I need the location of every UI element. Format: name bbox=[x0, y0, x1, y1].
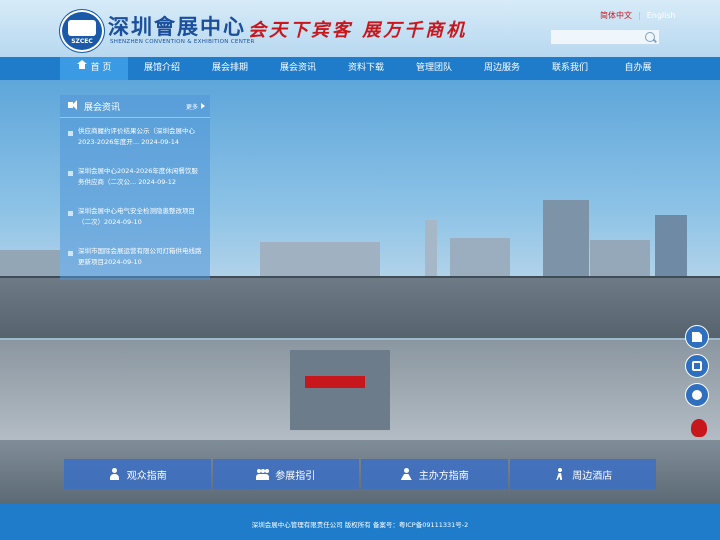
building bbox=[543, 200, 589, 280]
nav-own-exhibitions[interactable]: 自办展 bbox=[604, 57, 672, 80]
group-icon bbox=[256, 468, 270, 480]
lang-simplified-chinese[interactable]: 简体中文 bbox=[600, 11, 632, 20]
quick-link-label: 参展指引 bbox=[275, 470, 316, 482]
speaker-icon bbox=[68, 100, 77, 110]
nav-services[interactable]: 周边服务 bbox=[468, 57, 536, 80]
news-item[interactable]: 深圳市国际会展运营有限公司灯箱供电线路更新项目2024-09-10 bbox=[60, 246, 210, 278]
police-badge-icon[interactable] bbox=[691, 419, 707, 437]
search-input[interactable] bbox=[551, 30, 651, 44]
search-box bbox=[550, 29, 660, 45]
nav-home[interactable]: 首 页 bbox=[60, 57, 128, 80]
exhibition-hall bbox=[0, 278, 720, 338]
news-item-text[interactable]: 供应商履约评价结果公示（深圳会展中心2023-2026年度开... 2024-0… bbox=[78, 126, 202, 148]
logo-emblem-text: SZCEC bbox=[71, 38, 93, 45]
language-switch: 简体中文 | English bbox=[594, 10, 682, 21]
red-banner bbox=[305, 376, 365, 388]
quick-link-organizer-guide[interactable]: 主办方指南 bbox=[361, 459, 508, 489]
host-icon bbox=[400, 468, 413, 480]
main-nav: 首 页 展馆介绍 展会排期 展会资讯 资料下载 管理团队 周边服务 联系我们 自… bbox=[0, 57, 720, 80]
news-header: 展会资讯 更多 bbox=[60, 95, 210, 118]
quick-link-label: 主办方指南 bbox=[418, 470, 469, 482]
news-title: 展会资讯 bbox=[84, 103, 121, 113]
news-item-text[interactable]: 深圳市国际会展运营有限公司灯箱供电线路更新项目2024-09-10 bbox=[78, 246, 202, 268]
chat-icon bbox=[692, 390, 702, 400]
document-icon bbox=[692, 332, 702, 342]
nav-management[interactable]: 管理团队 bbox=[400, 57, 468, 80]
bullet-icon bbox=[68, 211, 73, 216]
logo-title[interactable]: 深圳會展中心 bbox=[108, 11, 246, 41]
walking-person-icon bbox=[553, 468, 566, 480]
quick-link-label: 周边酒店 bbox=[572, 470, 613, 482]
nav-downloads[interactable]: 资料下载 bbox=[332, 57, 400, 80]
logo-emblem[interactable]: SZCEC bbox=[60, 10, 104, 52]
nav-venue-intro[interactable]: 展馆介绍 bbox=[128, 57, 196, 80]
building bbox=[655, 215, 687, 285]
side-chat-button[interactable] bbox=[685, 383, 709, 407]
lang-separator: | bbox=[638, 11, 641, 20]
phone-icon bbox=[692, 361, 702, 371]
bullet-icon bbox=[68, 131, 73, 136]
quick-link-exhibitor-guide[interactable]: 参展指引 bbox=[212, 459, 359, 489]
person-icon bbox=[108, 468, 121, 480]
quick-link-label: 观众指南 bbox=[126, 470, 167, 482]
nav-home-label: 首 页 bbox=[90, 63, 112, 73]
news-item[interactable]: 供应商履约评价结果公示（深圳会展中心2023-2026年度开... 2024-0… bbox=[60, 126, 210, 158]
news-item-text[interactable]: 深圳会展中心电气安全检测隐患整改项目（二次）2024-09-10 bbox=[78, 206, 202, 228]
quick-link-hotels[interactable]: 周边酒店 bbox=[509, 459, 656, 489]
news-item[interactable]: 深圳会展中心电气安全检测隐患整改项目（二次）2024-09-10 bbox=[60, 206, 210, 238]
hero-banner: 展会资讯 更多 供应商履约评价结果公示（深圳会展中心2023-2026年度开..… bbox=[0, 80, 720, 504]
building bbox=[590, 240, 650, 280]
news-item[interactable]: 深圳会展中心2024-2026年度休闲餐饮服务供应商（二次公... 2024-0… bbox=[60, 166, 210, 198]
search-icon[interactable] bbox=[645, 32, 655, 42]
plaza bbox=[290, 350, 390, 430]
nav-contact[interactable]: 联系我们 bbox=[536, 57, 604, 80]
footer-copyright: 深圳会展中心管理有限责任公司 版权所有 备案号：粤ICP备09111331号-2 bbox=[251, 521, 469, 529]
building bbox=[425, 220, 437, 280]
logo-emblem-building-icon bbox=[68, 20, 96, 36]
lang-english[interactable]: English bbox=[647, 11, 676, 20]
bullet-icon bbox=[68, 251, 73, 256]
bullet-icon bbox=[68, 171, 73, 176]
news-more-link[interactable]: 更多 bbox=[186, 102, 206, 111]
side-phone-button[interactable] bbox=[685, 354, 709, 378]
footer: 深圳会展中心管理有限责任公司 版权所有 备案号：粤ICP备09111331号-2 bbox=[0, 504, 720, 540]
home-icon bbox=[76, 60, 87, 71]
header: SZCEC 深圳會展中心 SHENZHEN CONVENTION & EXHIB… bbox=[0, 0, 720, 57]
nav-schedule[interactable]: 展会排期 bbox=[196, 57, 264, 80]
quick-link-visitor-guide[interactable]: 观众指南 bbox=[64, 459, 211, 489]
building bbox=[450, 238, 510, 280]
news-panel: 展会资讯 更多 供应商履约评价结果公示（深圳会展中心2023-2026年度开..… bbox=[60, 95, 210, 280]
side-document-button[interactable] bbox=[685, 325, 709, 349]
news-item-text[interactable]: 深圳会展中心2024-2026年度休闲餐饮服务供应商（二次公... 2024-0… bbox=[78, 166, 202, 188]
nav-news[interactable]: 展会资讯 bbox=[264, 57, 332, 80]
quick-links-bar: 观众指南 参展指引 主办方指南 周边酒店 bbox=[64, 459, 656, 489]
slogan: 会天下宾客 展万千商机 bbox=[248, 20, 468, 41]
logo-subtitle: SHENZHEN CONVENTION & EXHIBITION CENTER bbox=[110, 39, 255, 45]
building bbox=[260, 242, 380, 280]
